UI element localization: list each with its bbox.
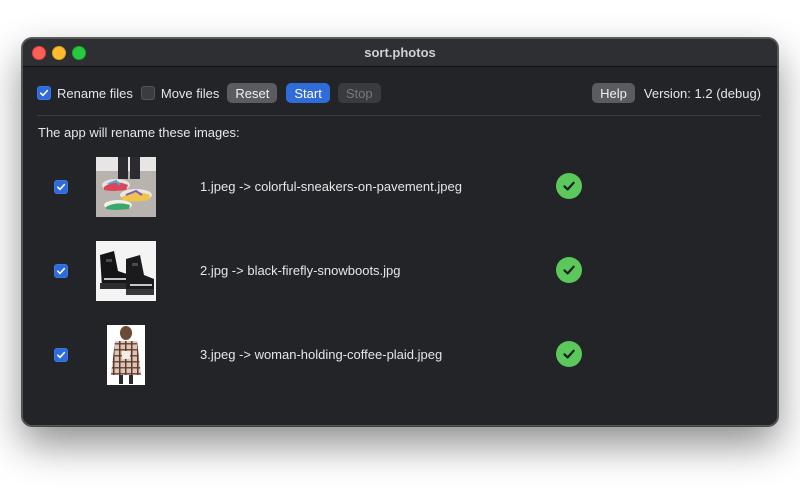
- file-row: 1.jpeg -> colorful-sneakers-on-pavement.…: [23, 157, 777, 217]
- stop-button: Stop: [337, 83, 381, 103]
- snowboots-thumbnail: [96, 241, 156, 301]
- file-rename-text: 2.jpg -> black-firefly-snowboots.jpg: [200, 263, 401, 278]
- title-bar[interactable]: sort.photos: [23, 39, 777, 67]
- file-row-checkbox[interactable]: [54, 264, 68, 278]
- plaid-coat-thumbnail: [107, 325, 145, 385]
- sneakers-thumbnail: [96, 157, 156, 217]
- file-row: 3.jpeg -> woman-holding-coffee-plaid.jpe…: [23, 325, 777, 385]
- rename-files-label[interactable]: Rename files: [57, 86, 133, 101]
- file-row-checkbox[interactable]: [54, 348, 68, 362]
- version-label: Version: 1.2 (debug): [643, 85, 761, 101]
- divider: [37, 115, 761, 116]
- start-button[interactable]: Start: [286, 83, 330, 103]
- rename-files-checkbox[interactable]: [37, 86, 51, 100]
- help-button[interactable]: Help: [592, 83, 635, 103]
- window-title: sort.photos: [364, 45, 436, 60]
- check-circle-icon: [556, 173, 582, 199]
- checkmark-icon: [57, 351, 66, 359]
- reset-button[interactable]: Reset: [227, 83, 278, 103]
- move-files-checkbox[interactable]: [140, 86, 155, 100]
- checkmark-icon: [40, 89, 49, 97]
- file-rename-text: 1.jpeg -> colorful-sneakers-on-pavement.…: [200, 179, 462, 194]
- check-circle-icon: [556, 341, 582, 367]
- file-rename-text: 3.jpeg -> woman-holding-coffee-plaid.jpe…: [200, 347, 443, 362]
- file-row-checkbox[interactable]: [54, 180, 68, 194]
- file-row: 2.jpg -> black-firefly-snowboots.jpg: [23, 241, 777, 301]
- intro-text: The app will rename these images:: [38, 125, 240, 140]
- checkmark-icon: [57, 267, 66, 275]
- toolbar: Rename files Move files Reset Start Stop…: [37, 81, 761, 105]
- move-files-label[interactable]: Move files: [161, 86, 220, 101]
- app-window: sort.photos Rename files Move files Rese…: [22, 38, 778, 426]
- check-circle-icon: [556, 257, 582, 283]
- checkmark-icon: [57, 183, 66, 191]
